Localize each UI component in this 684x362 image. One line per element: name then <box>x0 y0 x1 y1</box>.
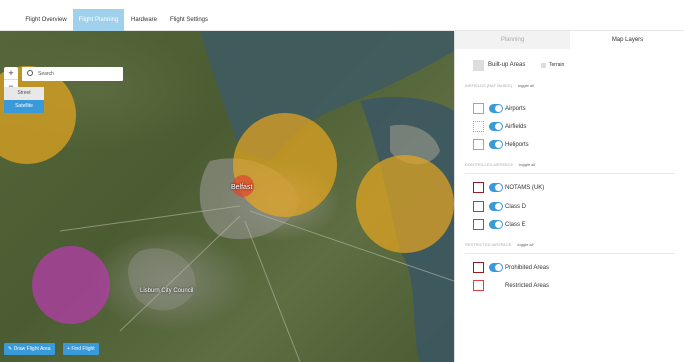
section-title: CONTROLLED AIRSPACE <box>465 162 514 167</box>
layer-checkbox[interactable] <box>473 219 484 230</box>
top-nav: Flight Overview Flight Planning Hardware… <box>0 0 684 31</box>
layer-checkbox[interactable] <box>473 139 484 150</box>
built-up-checkbox[interactable] <box>473 60 484 71</box>
toggle-all-link[interactable]: toggle all <box>519 162 535 167</box>
layer-checkbox[interactable] <box>473 103 484 114</box>
divider <box>465 173 675 174</box>
tab-map-layers[interactable]: Map Layers <box>570 31 684 49</box>
section-airfields-header: AIRFIELDS (RAF BASES) toggle all <box>465 83 534 88</box>
layers-panel: Planning Map Layers Built-up Areas Terra… <box>454 31 684 362</box>
council-label: Lisburn City Council <box>140 288 194 294</box>
layer-toggle[interactable] <box>489 140 503 149</box>
layer-label: Class D <box>505 204 527 210</box>
zoom-in-button[interactable]: + <box>4 67 18 80</box>
search-icon <box>27 70 33 76</box>
urban-area-lisburn <box>128 248 196 311</box>
satellite-map[interactable]: Belfast Lisburn City Council + − ⊙ Searc… <box>0 31 454 362</box>
toggle-all-link[interactable]: toggle all <box>517 242 533 247</box>
layer-toggle[interactable] <box>489 220 503 229</box>
layer-label: Heliports <box>505 142 529 148</box>
airport-zone-belfast[interactable] <box>233 113 337 217</box>
class-e-zone[interactable] <box>32 246 110 324</box>
terrain-label: Terrain <box>549 62 565 68</box>
layer-label: Airports <box>505 106 526 112</box>
layer-checkbox[interactable] <box>473 201 484 212</box>
section-title: AIRFIELDS (RAF BASES) <box>465 83 512 88</box>
satellite-button[interactable]: Satellite <box>4 100 44 113</box>
tab-planning[interactable]: Planning <box>455 31 570 49</box>
layer-toggle[interactable] <box>489 263 503 272</box>
layer-checkbox[interactable] <box>473 280 484 291</box>
built-up-label: Built-up Areas <box>488 62 526 68</box>
find-flight-button[interactable]: + Find Flight <box>63 343 99 355</box>
street-button[interactable]: Street <box>4 87 44 100</box>
tab-flight-overview[interactable]: Flight Overview <box>22 9 70 31</box>
layer-toggle[interactable] <box>489 104 503 113</box>
layer-label: Prohibited Areas <box>505 265 550 271</box>
airport-zone-east[interactable] <box>356 155 454 253</box>
tab-hardware[interactable]: Hardware <box>127 9 161 31</box>
search-placeholder: Search <box>38 71 54 77</box>
layer-label: Class E <box>505 222 526 228</box>
terrain-checkbox[interactable] <box>541 63 546 68</box>
section-title: RESTRICTED AIRSPACE <box>465 242 512 247</box>
toggle-all-link[interactable]: toggle all <box>518 83 534 88</box>
layer-toggle[interactable] <box>489 202 503 211</box>
draw-flight-area-button[interactable]: ✎ Draw Flight Area <box>4 343 55 355</box>
map-search-input[interactable]: Search <box>22 67 123 81</box>
find-flight-label: Find Flight <box>71 346 95 352</box>
city-label: Belfast <box>231 184 253 191</box>
layer-toggle[interactable] <box>489 183 503 192</box>
section-restricted-header: RESTRICTED AIRSPACE toggle all <box>465 242 533 247</box>
section-controlled-header: CONTROLLED AIRSPACE toggle all <box>465 162 535 167</box>
layer-checkbox[interactable] <box>473 182 484 193</box>
layer-label: NOTAMS (UK) <box>505 185 545 191</box>
layer-toggle[interactable] <box>489 122 503 131</box>
draw-flight-area-label: Draw Flight Area <box>13 346 51 352</box>
tab-flight-planning[interactable]: Flight Planning <box>73 9 124 31</box>
layer-checkbox[interactable] <box>473 262 484 273</box>
map-type-switcher: Street Satellite <box>4 87 44 113</box>
layer-label: Restricted Areas <box>505 283 550 289</box>
layer-checkbox[interactable] <box>473 121 484 132</box>
layer-label: Airfields <box>505 124 527 130</box>
divider <box>465 253 675 254</box>
tab-flight-settings[interactable]: Flight Settings <box>166 9 212 31</box>
